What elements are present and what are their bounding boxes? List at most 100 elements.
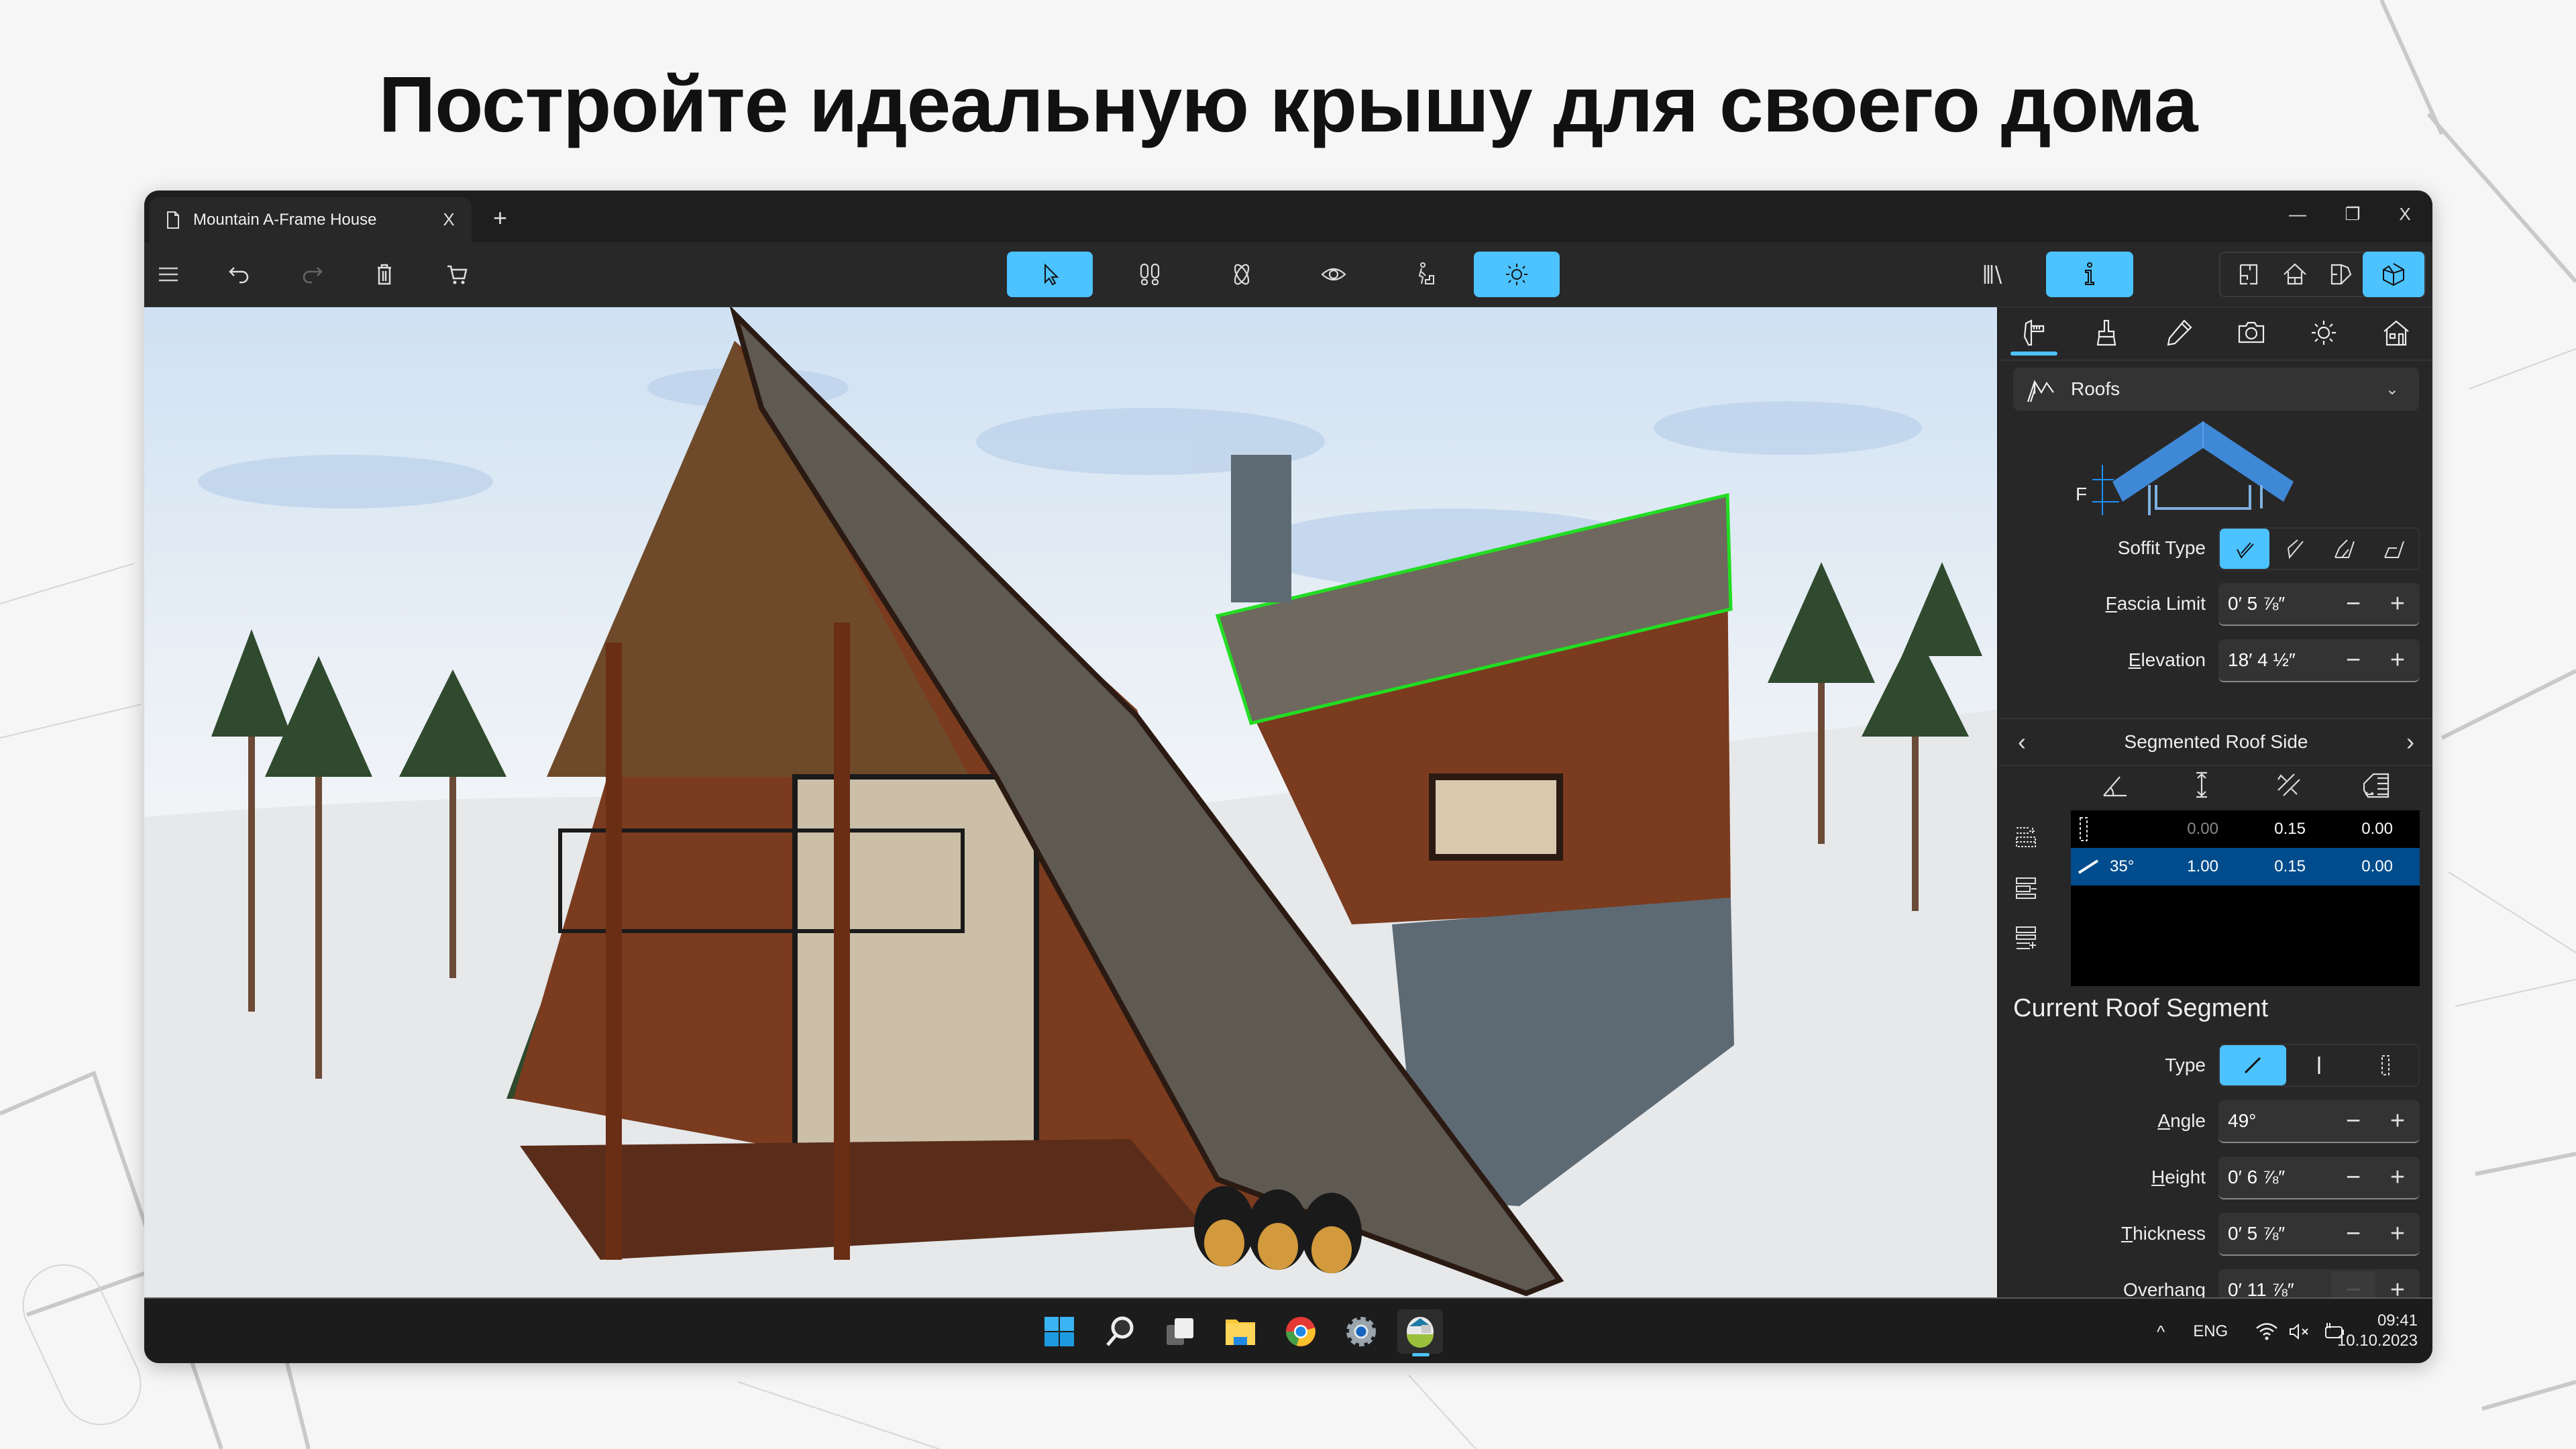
angle-icon <box>2103 776 2127 797</box>
segment-type-slope[interactable] <box>2220 1045 2286 1085</box>
search-button[interactable] <box>1097 1309 1142 1354</box>
segment-row[interactable]: 0.00 0.15 0.00 <box>2071 810 2420 848</box>
angle-value[interactable]: 49° <box>2228 1110 2331 1132</box>
document-tab[interactable]: Mountain A-Frame House X <box>150 197 472 242</box>
elevation-decrement[interactable]: − <box>2331 641 2375 679</box>
info-button[interactable] <box>2046 252 2133 297</box>
segment-type-vertical[interactable] <box>2286 1045 2353 1085</box>
windows-start-icon <box>1044 1317 1074 1346</box>
overhang-increment[interactable]: + <box>2375 1271 2420 1298</box>
tab-lighting[interactable] <box>2294 314 2354 352</box>
stairs-tool-button[interactable] <box>1401 252 1450 297</box>
add-segment-below-button[interactable] <box>2009 912 2043 963</box>
soffit-type-option-1[interactable] <box>2220 529 2269 569</box>
soffit-type-option-4[interactable] <box>2369 529 2418 569</box>
view-tool-button[interactable] <box>1309 252 1358 297</box>
thickness-field[interactable]: 0′ 5 ⅞″ − + <box>2218 1213 2420 1256</box>
elevation-label-text: levation <box>2141 649 2206 670</box>
task-view-icon <box>1167 1318 1193 1345</box>
previous-roof-side-button[interactable]: ‹ <box>1998 728 2045 756</box>
tab-building[interactable] <box>2366 314 2426 352</box>
elevation-view-button[interactable] <box>2271 252 2319 297</box>
overhang-field[interactable]: 0′ 11 ⅞″ − + <box>2218 1269 2420 1297</box>
soffit-type-option-2[interactable] <box>2269 529 2319 569</box>
restore-button[interactable]: ❐ <box>2332 197 2373 231</box>
new-tab-button[interactable]: + <box>493 204 507 232</box>
height-value[interactable]: 0′ 6 ⅞″ <box>2228 1167 2331 1188</box>
menu-button[interactable] <box>144 252 193 297</box>
tab-materials[interactable] <box>2076 314 2137 352</box>
start-button[interactable] <box>1036 1309 1082 1354</box>
task-view-button[interactable] <box>1157 1309 1203 1354</box>
height-increment[interactable]: + <box>2375 1159 2420 1196</box>
clock[interactable]: 09:41 10.10.2023 <box>2337 1311 2418 1351</box>
angle-field[interactable]: 49° − + <box>2218 1100 2420 1143</box>
thickness-icon <box>2277 773 2300 796</box>
search-icon <box>1106 1316 1134 1346</box>
angle-increment[interactable]: + <box>2375 1102 2420 1140</box>
soffit-type-option-3[interactable] <box>2319 529 2369 569</box>
delete-button[interactable] <box>360 252 409 297</box>
thickness-decrement[interactable]: − <box>2331 1215 2375 1252</box>
select-tool-button[interactable] <box>1007 252 1093 297</box>
file-explorer-button[interactable] <box>1218 1309 1263 1354</box>
plan-2d-button[interactable] <box>2224 252 2273 297</box>
undo-button[interactable] <box>215 252 264 297</box>
category-dropdown[interactable]: Roofs ⌄ <box>2013 368 2419 411</box>
tab-close-button[interactable]: X <box>435 209 462 230</box>
segment-type-selector <box>2218 1044 2420 1087</box>
cube-house-icon <box>2383 263 2404 286</box>
redo-button[interactable] <box>288 252 336 297</box>
thickness-value[interactable]: 0′ 5 ⅞″ <box>2228 1223 2331 1244</box>
tab-edit[interactable] <box>2149 314 2209 352</box>
wifi-icon[interactable] <box>2255 1322 2279 1342</box>
house-elevation-icon <box>2284 263 2306 285</box>
soffit-type-label: Soffit Type <box>2117 537 2206 558</box>
elevation-increment[interactable]: + <box>2375 641 2420 679</box>
elevation-label: Elevation <box>2129 649 2206 671</box>
thickness-increment[interactable]: + <box>2375 1215 2420 1252</box>
fascia-limit-field[interactable]: 0′ 5 ⅞″ − + <box>2218 583 2420 626</box>
overhang-value[interactable]: 0′ 11 ⅞″ <box>2228 1279 2331 1297</box>
fascia-limit-decrement[interactable]: − <box>2331 585 2375 623</box>
document-icon <box>167 211 179 229</box>
orbit-tool-button[interactable] <box>1218 252 1266 297</box>
segment-type-gap[interactable] <box>2352 1045 2418 1085</box>
segment-type-label: Type <box>2165 1055 2206 1075</box>
clock-date: 10.10.2023 <box>2337 1332 2418 1350</box>
shop-button[interactable] <box>433 252 481 297</box>
view-3d-button[interactable] <box>2363 252 2424 297</box>
active-tab-indicator <box>2010 352 2057 356</box>
volume-muted-icon[interactable] <box>2288 1322 2312 1342</box>
lighting-tool-button[interactable] <box>1474 252 1560 297</box>
main-toolbar <box>144 242 2432 309</box>
next-roof-side-button[interactable]: › <box>2387 728 2432 756</box>
split-view-button[interactable] <box>2317 252 2365 297</box>
angle-decrement[interactable]: − <box>2331 1102 2375 1140</box>
minimize-button[interactable]: — <box>2277 197 2318 231</box>
height-decrement[interactable]: − <box>2331 1159 2375 1196</box>
remove-segment-button[interactable] <box>2009 862 2043 912</box>
segment-row[interactable]: 35° 1.00 0.15 0.00 <box>2071 848 2420 885</box>
language-indicator[interactable]: ENG <box>2193 1322 2228 1341</box>
live-home-3d-button[interactable] <box>1397 1309 1443 1356</box>
library-button[interactable] <box>1970 252 2019 297</box>
elevation-field[interactable]: 18′ 4 ½″ − + <box>2218 639 2420 682</box>
add-segment-above-button[interactable] <box>2009 812 2043 862</box>
tab-camera[interactable] <box>2221 314 2282 352</box>
elevation-value[interactable]: 18′ 4 ½″ <box>2228 649 2331 671</box>
fascia-limit-value[interactable]: 0′ 5 ⅞″ <box>2228 593 2331 614</box>
overhang-decrement[interactable]: − <box>2331 1271 2375 1297</box>
settings-button[interactable] <box>1338 1309 1384 1354</box>
undo-icon <box>229 267 249 284</box>
3d-viewport[interactable] <box>144 307 1997 1297</box>
tab-properties[interactable] <box>2004 314 2064 356</box>
trash-icon <box>378 264 391 285</box>
walk-tool-button[interactable] <box>1126 252 1174 297</box>
books-icon <box>1984 265 2002 284</box>
tray-overflow-button[interactable]: ^ <box>2157 1322 2165 1342</box>
close-window-button[interactable]: X <box>2385 197 2425 231</box>
fascia-limit-increment[interactable]: + <box>2375 585 2420 623</box>
height-field[interactable]: 0′ 6 ⅞″ − + <box>2218 1157 2420 1199</box>
chrome-button[interactable] <box>1278 1309 1324 1354</box>
